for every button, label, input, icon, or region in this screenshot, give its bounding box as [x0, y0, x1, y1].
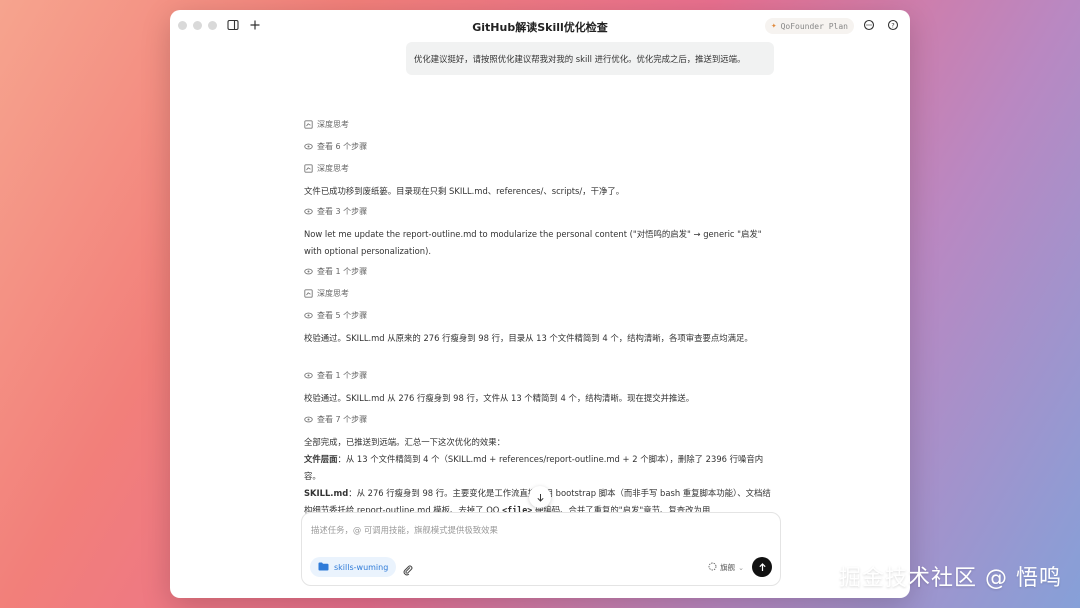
- arrow-down-icon: [536, 493, 544, 502]
- thinking-icon: [304, 164, 313, 173]
- mode-selector[interactable]: 旗舰 ⌄: [708, 562, 744, 573]
- view-steps-toggle[interactable]: 查看 1 个步骤: [304, 266, 774, 277]
- send-button[interactable]: [752, 557, 772, 577]
- chat-bubble-icon[interactable]: [862, 19, 876, 33]
- party-popper-icon: ✦: [771, 21, 777, 31]
- view-steps-label: 查看 6 个步骤: [317, 142, 368, 151]
- thinking-label: 深度思考: [317, 120, 349, 129]
- assistant-message: Now let me update the report-outline.md …: [304, 229, 762, 256]
- summary-file-line: 文件层面：从 13 个文件精简到 4 个（SKILL.md + referenc…: [304, 451, 774, 485]
- view-steps-toggle[interactable]: 查看 7 个步骤: [304, 414, 774, 425]
- help-icon[interactable]: ?: [886, 19, 900, 33]
- title-bar: GitHub解读Skill优化检查 ✦ QoFounder Plan ?: [170, 10, 910, 42]
- assistant-message: 校验通过。SKILL.md 从原来的 276 行瘦身到 98 行，目录从 13 …: [304, 333, 753, 343]
- eye-icon: [304, 311, 313, 320]
- svg-text:?: ?: [891, 21, 894, 29]
- summary-file-text: ：从 13 个文件精简到 4 个（SKILL.md + references/r…: [304, 454, 764, 481]
- plan-badge[interactable]: ✦ QoFounder Plan: [765, 18, 854, 34]
- plan-badge-label: QoFounder Plan: [780, 21, 848, 31]
- thinking-label: 深度思考: [317, 289, 349, 298]
- assistant-message: 文件已成功移到废纸篓。目录现在只剩 SKILL.md、references/、s…: [304, 186, 625, 196]
- summary-file-label: 文件层面: [304, 454, 338, 464]
- scroll-to-bottom-button[interactable]: [529, 486, 551, 508]
- view-steps-label: 查看 7 个步骤: [317, 415, 368, 424]
- eye-icon: [304, 207, 313, 216]
- assistant-message: 校验通过。SKILL.md 从 276 行瘦身到 98 行，文件从 13 个精简…: [304, 393, 695, 403]
- skill-chip-label: skills-wuming: [334, 562, 389, 572]
- view-steps-toggle[interactable]: 查看 6 个步骤: [304, 141, 774, 152]
- summary-skill-label: SKILL.md: [304, 488, 349, 498]
- view-steps-label: 查看 1 个步骤: [317, 267, 368, 276]
- skill-chip[interactable]: skills-wuming: [310, 557, 397, 577]
- folder-icon: [318, 562, 329, 573]
- user-message-bubble: 优化建议挺好，请按照优化建议帮我对我的 skill 进行优化。优化完成之后，推送…: [406, 42, 774, 75]
- thinking-label: 深度思考: [317, 164, 349, 173]
- view-steps-label: 查看 5 个步骤: [317, 311, 368, 320]
- mode-icon: [708, 562, 717, 573]
- conversation-area: 深度思考 查看 6 个步骤 深度思考 文件已成功移到废纸篓。目录现在只剩 SKI…: [304, 104, 778, 514]
- eye-icon: [304, 415, 313, 424]
- thinking-icon: [304, 120, 313, 129]
- app-window: GitHub解读Skill优化检查 ✦ QoFounder Plan ? 优化建…: [170, 10, 910, 598]
- composer[interactable]: 描述任务，@ 可调用技能，旗舰模式提供极致效果 skills-wuming 旗舰…: [301, 512, 781, 586]
- eye-icon: [304, 142, 313, 151]
- chevron-down-icon: ⌄: [738, 563, 744, 572]
- view-steps-label: 查看 3 个步骤: [317, 207, 368, 216]
- eye-icon: [304, 267, 313, 276]
- thinking-indicator[interactable]: 深度思考: [304, 119, 774, 130]
- eye-icon: [304, 371, 313, 380]
- view-steps-label: 查看 1 个步骤: [317, 371, 368, 380]
- arrow-up-icon: [758, 562, 766, 571]
- thinking-icon: [304, 289, 313, 298]
- view-steps-toggle[interactable]: 查看 3 个步骤: [304, 206, 774, 217]
- summary-intro: 全部完成，已推送到远端。汇总一下这次优化的效果：: [304, 437, 505, 447]
- view-steps-toggle[interactable]: 查看 1 个步骤: [304, 370, 774, 381]
- mode-label: 旗舰: [720, 563, 736, 572]
- view-steps-toggle[interactable]: 查看 5 个步骤: [304, 310, 774, 321]
- thinking-indicator[interactable]: 深度思考: [304, 288, 774, 299]
- watermark: 掘金技术社区 @ 悟鸣: [839, 566, 1062, 591]
- paperclip-icon[interactable]: [402, 561, 414, 576]
- thinking-indicator[interactable]: 深度思考: [304, 163, 774, 174]
- composer-input[interactable]: 描述任务，@ 可调用技能，旗舰模式提供极致效果: [311, 524, 498, 536]
